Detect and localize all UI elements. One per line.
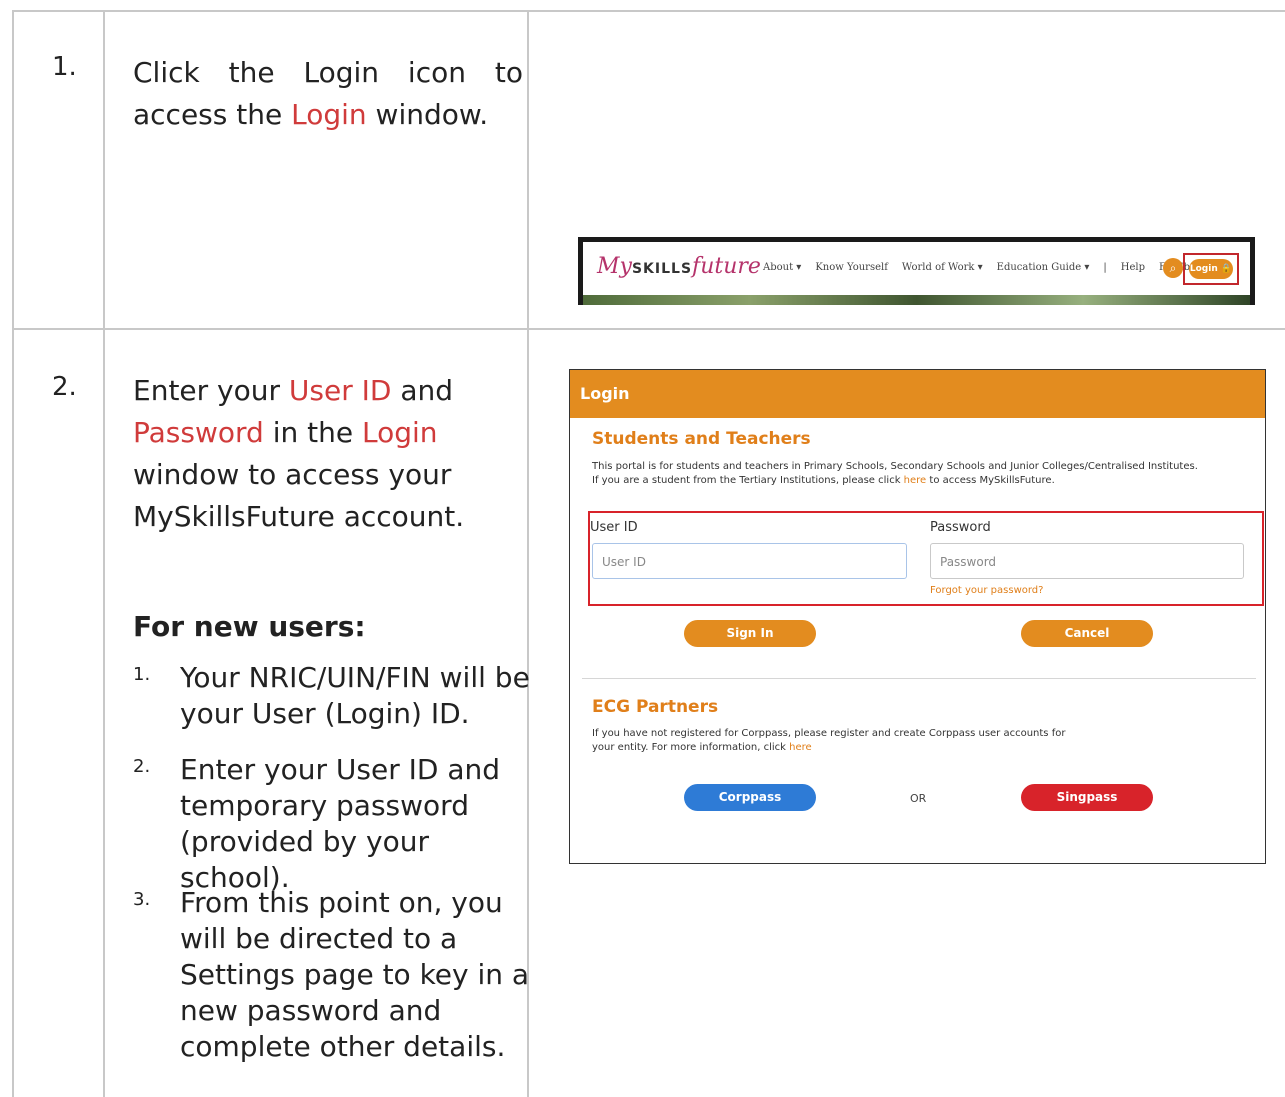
user-id-label: User ID [590,520,638,535]
password-label: Password [930,520,991,535]
step-2-part-2: and [391,374,454,407]
ecg-info-line-1: If you have not registered for Corppass,… [592,728,1066,739]
students-info-line-1: This portal is for students and teachers… [592,461,1198,472]
logo-future: future [692,254,761,279]
tertiary-here-link[interactable]: here [904,475,927,486]
step-1-text: Click the Login icon to access the Login… [133,52,523,136]
search-icon[interactable]: ⌕ [1163,258,1183,278]
list-text: Enter your User ID and temporary passwor… [180,753,501,894]
forgot-password-link[interactable]: Forgot your password? [930,584,1043,598]
nav-item-about[interactable]: About ▾ [763,262,801,273]
ecg-here-link[interactable]: here [789,742,812,753]
step-2-highlight-user-id: User ID [288,374,392,407]
corppass-button[interactable]: Corppass [684,784,816,811]
table-top-border [12,10,1285,12]
step-2-part-3: in the [263,416,362,449]
ecg-info-line-2: your entity. For more information, click… [592,741,812,755]
myskillsfuture-logo[interactable]: MySKILLSfuture [597,254,761,279]
nav-menu: About ▾ Know Yourself World of Work ▾ Ed… [763,262,1208,273]
step-1-number: 1. [52,52,77,82]
new-users-heading: For new users: [133,610,366,643]
table-left-border [12,10,14,1097]
nav-item-world-of-work[interactable]: World of Work ▾ [902,262,983,273]
navbar: MySKILLSfuture About ▾ Know Yourself Wor… [583,242,1250,295]
sign-in-button[interactable]: Sign In [684,620,816,647]
navbar-screenshot: MySKILLSfuture About ▾ Know Yourself Wor… [578,237,1255,305]
list-number: 3. [133,889,151,910]
step-1-highlight: Login [291,98,367,131]
login-button[interactable]: Login 🔒 [1189,259,1233,279]
section-divider [582,678,1256,679]
list-text: From this point on, you will be directed… [180,886,530,1063]
nav-item-education-guide[interactable]: Education Guide ▾ [997,262,1090,273]
login-highlight-box: Login 🔒 [1183,253,1239,285]
logo-my: My [597,254,632,279]
students-info-text-end: to access MySkillsFuture. [926,475,1055,486]
students-info-line-2: If you are a student from the Tertiary I… [592,474,1055,488]
list-text: Your NRIC/UIN/FIN will be your User (Log… [180,661,530,730]
singpass-button[interactable]: Singpass [1021,784,1153,811]
password-input[interactable]: Password [930,543,1244,579]
cancel-button[interactable]: Cancel [1021,620,1153,647]
step-2-part-1: Enter your [133,374,289,407]
nav-item-know-yourself[interactable]: Know Yourself [815,262,888,273]
user-id-input[interactable]: User ID [592,543,907,579]
step-2-text: Enter your User ID and Password in the L… [133,370,503,538]
step-1-text-after: window. [366,98,489,131]
list-number: 2. [133,756,151,777]
column-divider-1 [103,10,105,1097]
list-number: 1. [133,664,151,685]
login-panel: Login Students and Teachers This portal … [569,369,1266,864]
hero-photo-strip [583,295,1250,305]
or-separator: OR [910,792,927,805]
students-info-text: If you are a student from the Tertiary I… [592,475,904,486]
logo-skills: SKILLS [631,261,693,277]
login-panel-header: Login [570,370,1265,418]
students-teachers-heading: Students and Teachers [592,429,811,449]
step-2-part-4: window to access your MySkillsFuture acc… [133,458,465,533]
row-divider [12,328,1285,330]
nav-separator: | [1103,262,1107,273]
login-panel-title: Login [580,384,630,403]
step-2-highlight-password: Password [133,416,264,449]
step-2-highlight-login: Login [361,416,438,449]
ecg-partners-heading: ECG Partners [592,697,719,717]
nav-item-help[interactable]: Help [1121,262,1145,273]
ecg-info-text: your entity. For more information, click [592,742,790,753]
step-2-number: 2. [52,372,77,402]
